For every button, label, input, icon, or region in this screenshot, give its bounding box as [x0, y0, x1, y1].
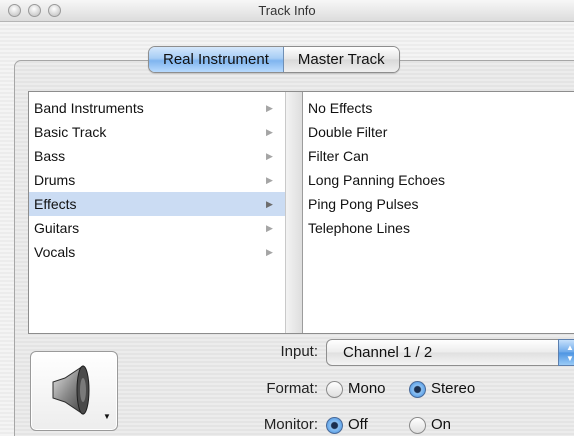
- disclosure-arrow-icon: ▶: [266, 199, 273, 209]
- monitor-on-radio[interactable]: [409, 417, 426, 434]
- monitor-on-label[interactable]: On: [431, 416, 451, 433]
- track-type-segmented-control: Real Instrument Master Track: [148, 46, 400, 73]
- category-label: Vocals: [34, 244, 76, 260]
- format-stereo-radio[interactable]: [409, 381, 426, 398]
- format-label: Format:: [266, 380, 318, 397]
- window-title: Track Info: [258, 3, 316, 18]
- preset-item[interactable]: Double Filter: [303, 120, 574, 144]
- preset-item[interactable]: Ping Pong Pulses: [303, 192, 574, 216]
- column-divider[interactable]: [285, 92, 303, 333]
- category-column: Band Instruments ▶ Basic Track ▶ Bass ▶ Dru…: [29, 92, 285, 333]
- track-info-window: Track Info Real Instrument Master Track …: [0, 0, 574, 436]
- preset-column: No Effects Double Filter Filter Can Long…: [303, 92, 574, 333]
- tab-real-instrument[interactable]: Real Instrument: [149, 47, 284, 72]
- instrument-browser: Band Instruments ▶ Basic Track ▶ Bass ▶ Dru…: [28, 91, 574, 334]
- category-item-drums[interactable]: Drums ▶: [29, 168, 285, 192]
- menu-indicator-icon: ▼: [103, 412, 111, 421]
- category-item-bass[interactable]: Bass ▶: [29, 144, 285, 168]
- input-popup[interactable]: Channel 1 / 2 ▲ ▼: [326, 339, 574, 366]
- preset-item[interactable]: No Effects: [303, 96, 574, 120]
- popup-arrows-icon: ▲ ▼: [558, 339, 574, 366]
- instrument-icon-button[interactable]: ▼: [30, 351, 118, 431]
- monitor-off-label[interactable]: Off: [348, 416, 368, 433]
- disclosure-arrow-icon: ▶: [266, 103, 273, 113]
- category-item-vocals[interactable]: Vocals ▶: [29, 240, 285, 264]
- preset-item[interactable]: Long Panning Echoes: [303, 168, 574, 192]
- disclosure-arrow-icon: ▶: [266, 223, 273, 233]
- category-item-guitars[interactable]: Guitars ▶: [29, 216, 285, 240]
- category-label: Basic Track: [34, 124, 107, 140]
- disclosure-arrow-icon: ▶: [266, 247, 273, 257]
- category-item-effects[interactable]: Effects ▶: [29, 192, 285, 216]
- preset-item[interactable]: Telephone Lines: [303, 216, 574, 240]
- monitor-off-radio[interactable]: [326, 417, 343, 434]
- disclosure-arrow-icon: ▶: [266, 175, 273, 185]
- category-item-band-instruments[interactable]: Band Instruments ▶: [29, 96, 285, 120]
- disclosure-arrow-icon: ▶: [266, 151, 273, 161]
- category-item-basic-track[interactable]: Basic Track ▶: [29, 120, 285, 144]
- preset-item[interactable]: Filter Can: [303, 144, 574, 168]
- format-stereo-label[interactable]: Stereo: [431, 380, 475, 397]
- tab-master-track[interactable]: Master Track: [283, 47, 399, 72]
- format-mono-label[interactable]: Mono: [348, 380, 386, 397]
- category-label: Drums: [34, 172, 76, 188]
- category-label: Guitars: [34, 220, 80, 236]
- disclosure-arrow-icon: ▶: [266, 127, 273, 137]
- input-value: Channel 1 / 2: [343, 344, 433, 361]
- category-label: Bass: [34, 148, 66, 164]
- title-bar: Track Info: [0, 0, 574, 22]
- category-label: Band Instruments: [34, 100, 144, 116]
- input-label: Input:: [280, 343, 318, 360]
- format-mono-radio[interactable]: [326, 381, 343, 398]
- monitor-label: Monitor:: [263, 416, 318, 433]
- category-label: Effects: [34, 196, 77, 212]
